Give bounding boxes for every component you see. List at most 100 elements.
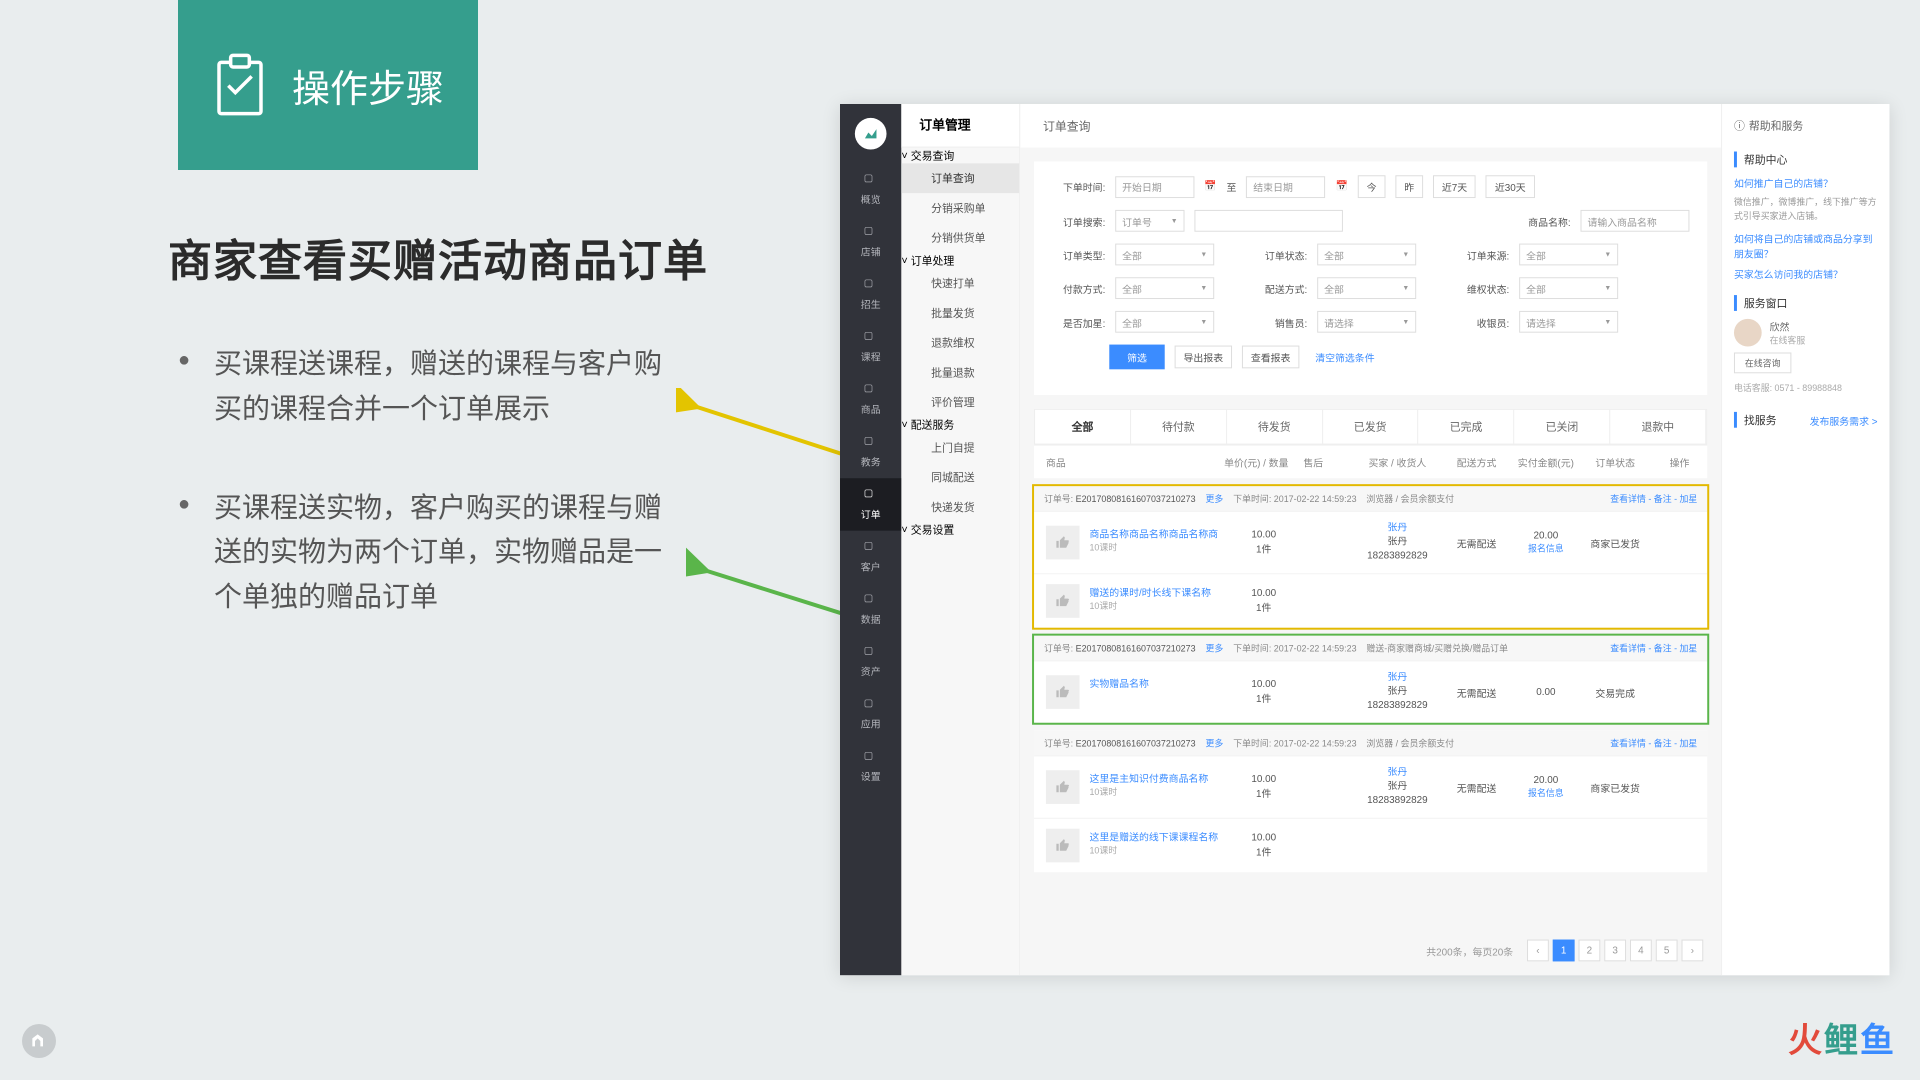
filter-panel: 下单时间: 开始日期 📅 至 结束日期 📅 今 昨 近7天 近30天 订单搜索:… xyxy=(1034,161,1707,395)
menu-group[interactable]: ˅ 配送服务 xyxy=(901,417,1019,433)
help-icon: ⓘ xyxy=(1734,118,1745,134)
page-3[interactable]: 3 xyxy=(1604,940,1626,962)
btn-today[interactable]: 今 xyxy=(1358,175,1386,198)
page-4[interactable]: 4 xyxy=(1630,940,1652,962)
product-thumb xyxy=(1046,584,1080,618)
goods-name[interactable]: 赠送的课时/时长线下课名称 xyxy=(1089,584,1211,599)
sidebar-item-客户[interactable]: ▢客户 xyxy=(840,531,901,583)
goods-name[interactable]: 实物赠品名称 xyxy=(1089,675,1148,690)
goods-name[interactable]: 这里是赠送的线下课课程名称 xyxy=(1089,829,1218,844)
help-q2[interactable]: 如何将自己的店铺或商品分享到朋友圈？ xyxy=(1734,231,1878,261)
menu-item[interactable]: 快递发货 xyxy=(901,492,1019,522)
menu-group[interactable]: ˅ 交易设置 xyxy=(901,522,1019,538)
menu-item[interactable]: 评价管理 xyxy=(901,387,1019,417)
menu-item[interactable]: 分销采购单 xyxy=(901,193,1019,223)
tab-已完成[interactable]: 已完成 xyxy=(1419,410,1515,444)
order-type-select[interactable]: 全部 xyxy=(1115,244,1214,266)
search-type-select[interactable]: 订单号 xyxy=(1115,210,1184,232)
menu-item[interactable]: 批量退款 xyxy=(901,357,1019,387)
menu-item[interactable]: 分销供货单 xyxy=(901,223,1019,253)
export-button[interactable]: 导出报表 xyxy=(1175,346,1232,369)
tab-已关闭[interactable]: 已关闭 xyxy=(1514,410,1610,444)
bullet-list: 买课程送课程，赠送的课程与客户购买的课程合并一个订单展示 买课程送实物，客户购买… xyxy=(178,342,688,674)
sidebar-item-订单[interactable]: ▢订单 xyxy=(840,478,901,530)
agent-name: 欣然 xyxy=(1770,319,1806,334)
sidebar-item-店铺[interactable]: ▢店铺 xyxy=(840,216,901,268)
page-5[interactable]: 5 xyxy=(1656,940,1678,962)
order-more-link[interactable]: 更多 xyxy=(1205,492,1223,505)
sidebar-item-资产[interactable]: ▢资产 xyxy=(840,636,901,688)
star-select[interactable]: 全部 xyxy=(1115,311,1214,333)
sales-select[interactable]: 请选择 xyxy=(1317,311,1416,333)
calendar-icon[interactable]: 📅 xyxy=(1335,181,1347,192)
btn-week[interactable]: 近7天 xyxy=(1433,175,1476,198)
sidebar-item-应用[interactable]: ▢应用 xyxy=(840,688,901,740)
help-q1[interactable]: 如何推广自己的店铺？ xyxy=(1734,175,1878,190)
nav-icon: ▢ xyxy=(864,750,878,764)
rights-select[interactable]: 全部 xyxy=(1519,277,1618,299)
menu-item[interactable]: 退款维权 xyxy=(901,328,1019,358)
cashier-select[interactable]: 请选择 xyxy=(1519,311,1618,333)
tab-待付款[interactable]: 待付款 xyxy=(1131,410,1227,444)
section-title: 操作步骤 xyxy=(292,58,444,113)
sidebar-item-设置[interactable]: ▢设置 xyxy=(840,741,901,793)
sidebar-item-数据[interactable]: ▢数据 xyxy=(840,583,901,635)
order-links[interactable]: 查看详情 - 备注 - 加星 xyxy=(1610,642,1697,655)
order-links[interactable]: 查看详情 - 备注 - 加星 xyxy=(1610,492,1697,505)
date-to[interactable]: 结束日期 xyxy=(1246,176,1325,198)
tab-退款中[interactable]: 退款中 xyxy=(1610,410,1706,444)
menu-group[interactable]: ˅ 订单处理 xyxy=(901,253,1019,269)
order-status-select[interactable]: 全部 xyxy=(1317,244,1416,266)
label-sales: 销售员: xyxy=(1254,314,1307,329)
order-more-link[interactable]: 更多 xyxy=(1205,642,1223,655)
publish-link[interactable]: 发布服务需求 > xyxy=(1810,412,1878,427)
label-paymethod: 付款方式: xyxy=(1052,281,1105,296)
page-next[interactable]: › xyxy=(1682,940,1704,962)
app-logo[interactable] xyxy=(855,118,887,150)
th-op: 操作 xyxy=(1650,454,1690,469)
goods-name[interactable]: 这里是主知识付费商品名称 xyxy=(1089,770,1208,785)
tab-待发货[interactable]: 待发货 xyxy=(1227,410,1323,444)
prod-name-input[interactable]: 请输入商品名称 xyxy=(1581,210,1690,232)
tab-已发货[interactable]: 已发货 xyxy=(1323,410,1419,444)
sidebar-item-招生[interactable]: ▢招生 xyxy=(840,268,901,320)
app-screenshot: ▢概览▢店铺▢招生▢课程▢商品▢教务▢订单▢客户▢数据▢资产▢应用▢设置 订单管… xyxy=(840,104,1889,975)
btn-month[interactable]: 近30天 xyxy=(1486,175,1535,198)
sidebar-item-教务[interactable]: ▢教务 xyxy=(840,426,901,478)
btn-yesterday[interactable]: 昨 xyxy=(1395,175,1423,198)
order-source-select[interactable]: 全部 xyxy=(1519,244,1618,266)
help-q3[interactable]: 买家怎么访问我的店铺？ xyxy=(1734,266,1878,281)
label-search: 订单搜索: xyxy=(1052,213,1105,228)
sidebar-light: 订单管理 ˅ 交易查询订单查询分销采购单分销供货单˅ 订单处理快速打单批量发货退… xyxy=(901,104,1020,975)
calendar-icon[interactable]: 📅 xyxy=(1204,181,1216,192)
page-1[interactable]: 1 xyxy=(1553,940,1575,962)
date-from[interactable]: 开始日期 xyxy=(1115,176,1194,198)
search-input[interactable] xyxy=(1194,210,1343,232)
sidebar-item-商品[interactable]: ▢商品 xyxy=(840,373,901,425)
nav-icon: ▢ xyxy=(864,173,878,187)
menu-group[interactable]: ˅ 交易查询 xyxy=(901,148,1019,164)
order-links[interactable]: 查看详情 - 备注 - 加星 xyxy=(1610,737,1697,750)
ship-method-select[interactable]: 全部 xyxy=(1317,277,1416,299)
goods-name[interactable]: 商品名称商品名称商品名称商 xyxy=(1089,526,1218,541)
menu-item[interactable]: 上门自提 xyxy=(901,433,1019,463)
pay-method-select[interactable]: 全部 xyxy=(1115,277,1214,299)
menu-item[interactable]: 同城配送 xyxy=(901,462,1019,492)
sidebar-item-课程[interactable]: ▢课程 xyxy=(840,321,901,373)
view-report-button[interactable]: 查看报表 xyxy=(1242,346,1299,369)
label-to: 至 xyxy=(1227,179,1237,194)
order-row: 商品名称商品名称商品名称商10课时10.001件张丹张丹18283892829无… xyxy=(1034,511,1707,573)
clipboard-icon xyxy=(212,53,268,117)
order-more-link[interactable]: 更多 xyxy=(1205,737,1223,750)
page-prev[interactable]: ‹ xyxy=(1527,940,1549,962)
sidebar-item-概览[interactable]: ▢概览 xyxy=(840,163,901,215)
menu-item[interactable]: 订单查询 xyxy=(901,163,1019,193)
menu-item[interactable]: 批量发货 xyxy=(901,298,1019,328)
tab-全部[interactable]: 全部 xyxy=(1035,410,1131,444)
menu-item[interactable]: 快速打单 xyxy=(901,268,1019,298)
clear-filters-link[interactable]: 清空筛选条件 xyxy=(1315,350,1374,365)
consult-button[interactable]: 在线咨询 xyxy=(1734,352,1791,373)
table-header: 商品 单价(元) / 数量 售后 买家 / 收货人 配送方式 实付金额(元) 订… xyxy=(1034,445,1707,479)
filter-button[interactable]: 筛选 xyxy=(1109,345,1164,370)
page-2[interactable]: 2 xyxy=(1579,940,1601,962)
